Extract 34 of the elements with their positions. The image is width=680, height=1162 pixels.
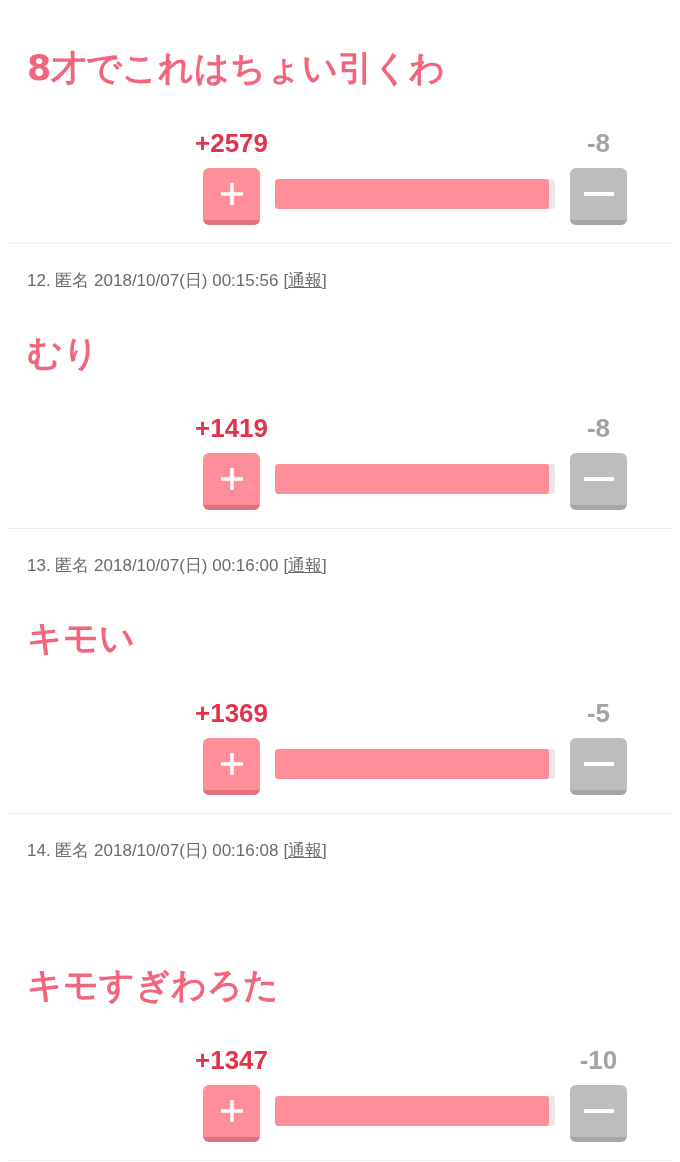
minus-button[interactable]	[570, 168, 627, 225]
plus-count: +2579	[195, 130, 268, 156]
comment-text: 8才でこれはちょい引くわ	[27, 48, 446, 88]
post-meta: 13. 匿名 2018/10/07(日) 00:16:00	[27, 555, 279, 577]
minus-button[interactable]	[570, 1085, 627, 1142]
plus-icon	[219, 1099, 244, 1123]
post-meta: 14. 匿名 2018/10/07(日) 00:16:08	[27, 840, 279, 862]
comment-text: キモすぎわろた	[27, 965, 279, 1005]
minus-icon	[583, 762, 614, 766]
minus-icon	[583, 192, 614, 196]
plus-icon	[219, 467, 244, 491]
minus-icon	[583, 1109, 614, 1113]
plus-count: +1347	[195, 1047, 268, 1073]
minus-count: -10	[579, 1047, 618, 1073]
plus-button[interactable]	[203, 1085, 260, 1142]
plus-button[interactable]	[203, 738, 260, 795]
minus-button[interactable]	[570, 453, 627, 510]
report-link[interactable]: [通報]	[283, 840, 327, 862]
comment-text: むり	[27, 333, 99, 373]
minus-count: -8	[586, 415, 611, 441]
report-link[interactable]: [通報]	[283, 555, 327, 577]
minus-button[interactable]	[570, 738, 627, 795]
minus-icon	[583, 477, 614, 481]
comment-text: キモい	[27, 618, 135, 658]
plus-count: +1419	[195, 415, 268, 441]
report-link[interactable]: [通報]	[283, 270, 327, 292]
post-meta: 12. 匿名 2018/10/07(日) 00:15:56	[27, 270, 279, 292]
plus-count: +1369	[195, 700, 268, 726]
minus-count: -5	[586, 700, 611, 726]
plus-icon	[219, 182, 244, 206]
plus-button[interactable]	[203, 168, 260, 225]
plus-button[interactable]	[203, 453, 260, 510]
minus-count: -8	[586, 130, 611, 156]
plus-icon	[219, 752, 244, 776]
